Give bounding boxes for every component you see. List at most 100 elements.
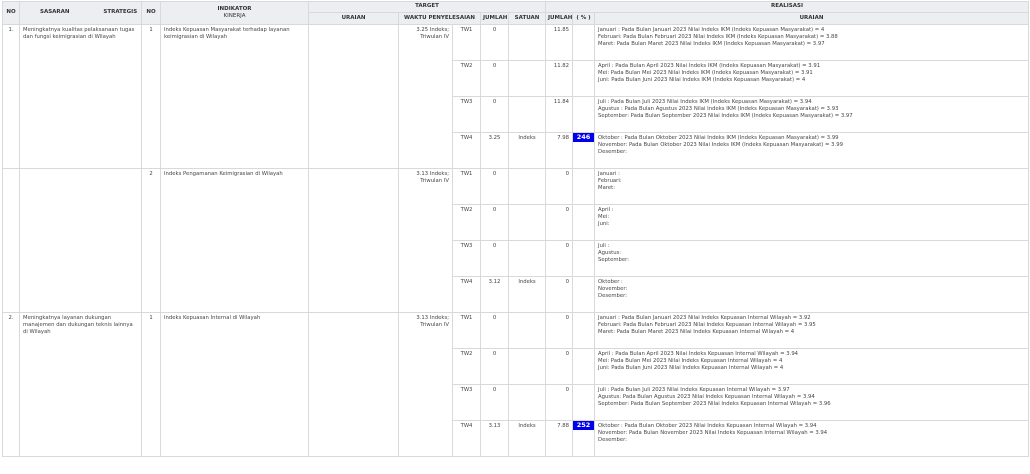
realisasi-line: Februari: <box>598 178 622 185</box>
target-satuan <box>507 348 547 385</box>
target-satuan <box>507 384 547 421</box>
realisasi-jumlah: 0 <box>545 312 574 349</box>
realisasi-line: Januari : Pada Bulan Januari 2023 Nilai … <box>598 27 825 33</box>
header-indikator-line1: INDIKATOR <box>217 5 252 12</box>
realisasi-line: Agustus: Pada Bulan Agustus 2023 Nilai I… <box>598 394 815 401</box>
triwulan-cell: TW4 <box>452 276 481 313</box>
realisasi-uraian: Juli : Agustus: September: <box>594 240 1030 277</box>
target-jumlah: 0 <box>480 384 509 421</box>
kinerja-table: NO SASARAN STRATEGIS NO INDIKATOR KINERJ… <box>2 1 1030 457</box>
realisasi-uraian: April : Pada Bulan April 2023 Nilai Inde… <box>594 348 1030 385</box>
header-indikator: INDIKATOR KINERJA <box>160 1 309 25</box>
header-strategis: STRATEGIS <box>103 9 138 16</box>
header-realisasi-uraian: URAIAN <box>594 12 1030 25</box>
realisasi-pct <box>572 348 596 385</box>
realisasi-line: Desember: <box>598 149 628 156</box>
header-no: NO <box>2 1 20 25</box>
target-jumlah: 0 <box>480 60 509 97</box>
realisasi-line: April : <box>598 207 614 213</box>
table-row: 2. Meningkatnya layanan dukungan manajeme… <box>2 312 1030 457</box>
realisasi-line: Agustus : Pada Bulan Agustus 2023 Nilai … <box>598 106 839 113</box>
realisasi-pct <box>572 384 596 421</box>
target-satuan <box>507 312 547 349</box>
realisasi-line: April : Pada Bulan April 2023 Nilai Inde… <box>598 351 799 357</box>
realisasi-line: Februari: Pada Bulan Februari 2023 Nilai… <box>598 322 816 329</box>
realisasi-uraian: Juli : Pada Bulan Juli 2023 Nilai Indeks… <box>594 96 1030 133</box>
waktu-cell: 3.13 Indeks; Triwulan IV <box>398 312 453 457</box>
realisasi-line: Juni: <box>598 221 610 228</box>
target-jumlah: 0 <box>480 312 509 349</box>
sasaran-cell: Meningkatnya layanan dukungan manajemen … <box>19 312 142 457</box>
waktu-cell: 3.25 Indeks; Triwulan IV <box>398 24 453 169</box>
realisasi-uraian: Januari : Februari: Maret: <box>594 168 1030 205</box>
indikator-no: 1 <box>141 24 161 169</box>
triwulan-cell: TW2 <box>452 204 481 241</box>
target-satuan: Indeks <box>507 132 547 169</box>
table-row: 1. Meningkatnya kualitas pelaksanaan tuga… <box>2 24 1030 169</box>
realisasi-line: November: Pada Bulan November 2023 Nilai… <box>598 430 828 437</box>
row-no <box>2 168 20 313</box>
uraian-cell <box>308 24 399 169</box>
realisasi-line: Oktober : Pada Bulan Oktober 2023 Nilai … <box>598 135 839 141</box>
table-row: 2 Indeks Pengamanan Keimigrasian di Wilay… <box>2 168 1030 313</box>
target-satuan <box>507 240 547 277</box>
realisasi-line: Oktober : <box>598 279 623 285</box>
target-jumlah: 0 <box>480 96 509 133</box>
target-satuan: Indeks <box>507 420 547 457</box>
target-satuan <box>507 60 547 97</box>
row-no: 1. <box>2 24 20 169</box>
target-jumlah: 0 <box>480 348 509 385</box>
realisasi-line: Oktober : Pada Bulan Oktober 2023 Nilai … <box>598 423 817 429</box>
realisasi-line: November: <box>598 286 628 293</box>
realisasi-pct: 246 <box>572 132 596 169</box>
indikator-no: 2 <box>141 168 161 313</box>
uraian-cell <box>308 168 399 313</box>
realisasi-line: Maret: Pada Bulan Maret 2023 Nilai Indek… <box>598 41 825 48</box>
header-satuan: SATUAN <box>507 12 547 25</box>
realisasi-line: Desember: <box>598 437 628 444</box>
realisasi-uraian: April : Mei: Juni: <box>594 204 1030 241</box>
realisasi-pct <box>572 276 596 313</box>
realisasi-line: Juli : Pada Bulan Juli 2023 Nilai Indeks… <box>598 99 812 105</box>
realisasi-uraian: Januari : Pada Bulan Januari 2023 Nilai … <box>594 312 1030 349</box>
realisasi-line: September: Pada Bulan September 2023 Nil… <box>598 401 831 408</box>
realisasi-jumlah: 0 <box>545 168 574 205</box>
table-header: NO SASARAN STRATEGIS NO INDIKATOR KINERJ… <box>2 1 1030 25</box>
realisasi-jumlah: 0 <box>545 240 574 277</box>
triwulan-cell: TW4 <box>452 420 481 457</box>
header-sasaran-strategis: SASARAN STRATEGIS <box>19 1 142 25</box>
uraian-cell <box>308 312 399 457</box>
target-jumlah: 0 <box>480 240 509 277</box>
target-satuan <box>507 168 547 205</box>
realisasi-jumlah: 11.85 <box>545 24 574 61</box>
realisasi-uraian: April : Pada Bulan April 2023 Nilai Inde… <box>594 60 1030 97</box>
triwulan-cell: TW1 <box>452 168 481 205</box>
target-jumlah: 3.13 <box>480 420 509 457</box>
realisasi-pct <box>572 168 596 205</box>
target-jumlah: 3.12 <box>480 276 509 313</box>
realisasi-uraian: Juli : Pada Bulan Juli 2023 Nilai Indeks… <box>594 384 1030 421</box>
triwulan-cell: TW1 <box>452 312 481 349</box>
triwulan-cell: TW4 <box>452 132 481 169</box>
realisasi-line: Januari : <box>598 171 620 177</box>
target-satuan: Indeks <box>507 276 547 313</box>
realisasi-pct <box>572 312 596 349</box>
target-satuan <box>507 204 547 241</box>
indikator-no: 1 <box>141 312 161 457</box>
header-uraian: URAIAN <box>308 12 399 25</box>
header-waktu: WAKTU PENYELESAIAN <box>398 12 481 25</box>
target-jumlah: 0 <box>480 204 509 241</box>
pct-indicator: 252 <box>573 421 594 430</box>
realisasi-jumlah: 7.88 <box>545 420 574 457</box>
realisasi-line: Juni: Pada Bulan Juni 2023 Nilai Indeks … <box>598 365 784 372</box>
realisasi-line: Mei: Pada Bulan Mei 2023 Nilai Indeks Ke… <box>598 358 783 365</box>
realisasi-line: September: <box>598 257 629 264</box>
realisasi-pct: 252 <box>572 420 596 457</box>
triwulan-cell: TW3 <box>452 384 481 421</box>
realisasi-line: Desember: <box>598 293 628 300</box>
realisasi-line: Mei: <box>598 214 610 221</box>
header-sasaran: SASARAN <box>40 9 70 16</box>
header-target: TARGET <box>307 1 547 13</box>
target-jumlah: 0 <box>480 168 509 205</box>
realisasi-jumlah: 0 <box>545 204 574 241</box>
